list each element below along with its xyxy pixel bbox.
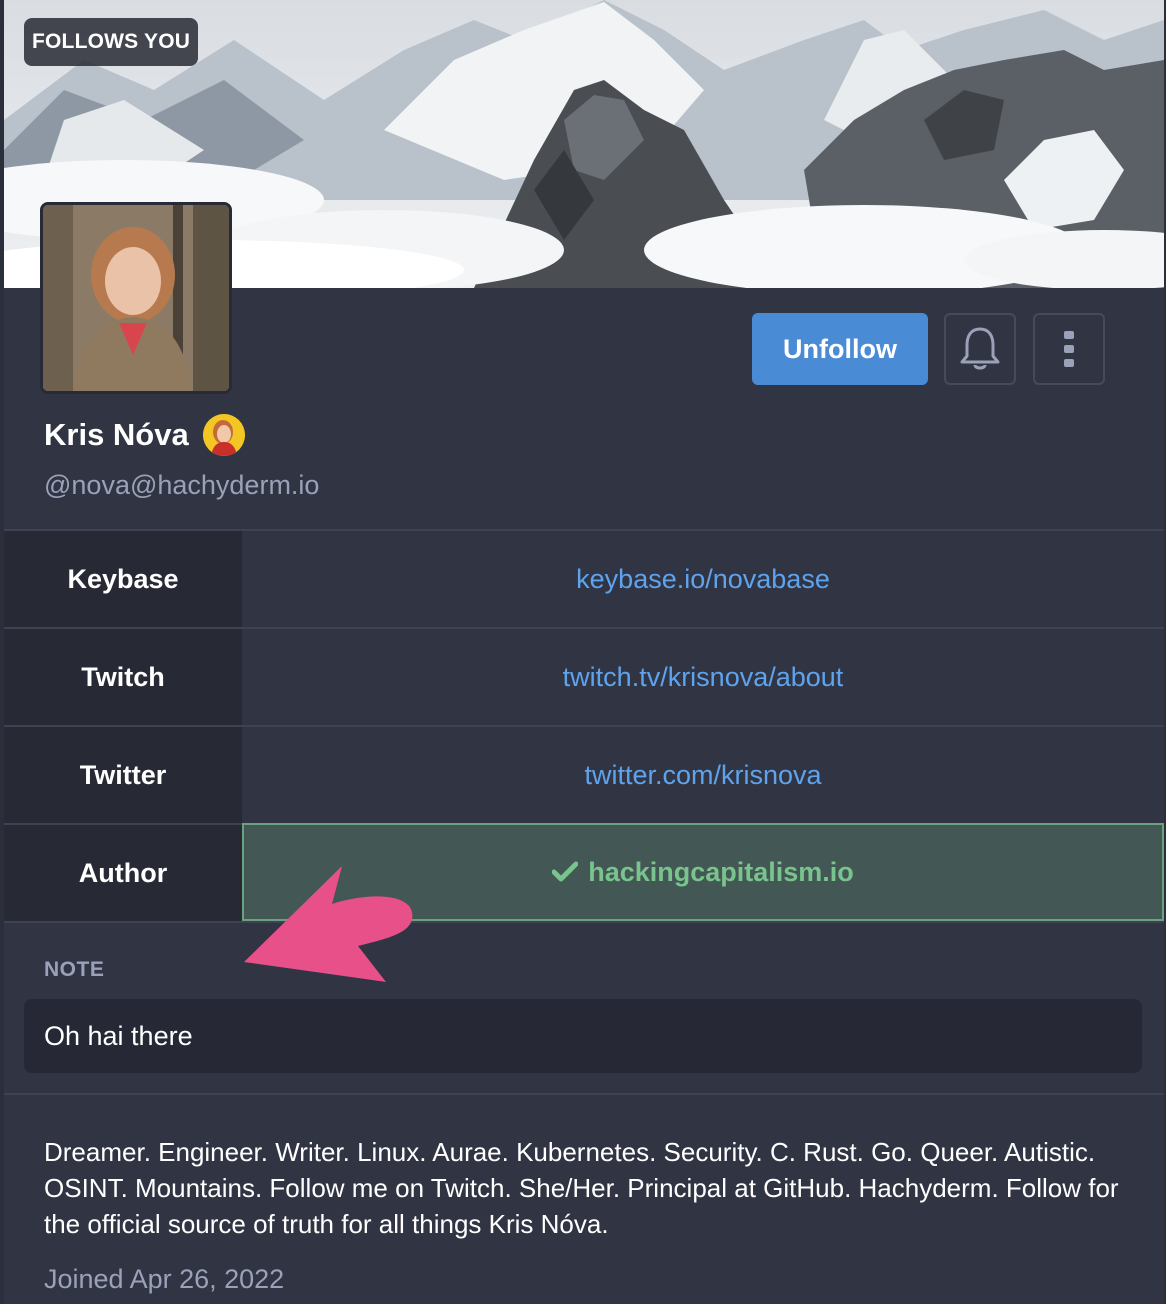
verified-field-link[interactable]: hackingcapitalism.io: [588, 857, 854, 888]
unfollow-button[interactable]: Unfollow: [752, 313, 928, 385]
verified-field: hackingcapitalism.io: [242, 823, 1164, 921]
joined-date: Joined Apr 26, 2022: [44, 1264, 285, 1294]
name-row: Kris Nóva: [44, 414, 245, 456]
notify-button[interactable]: [944, 313, 1016, 385]
checkmark-icon: [552, 861, 579, 882]
field-name: Author: [4, 825, 242, 921]
divider: [4, 1093, 1164, 1095]
field-link[interactable]: twitter.com/krisnova: [242, 727, 1164, 823]
account-handle: @nova@hachyderm.io: [44, 470, 320, 500]
field-row: Twitter twitter.com/krisnova: [4, 727, 1164, 825]
more-options-button[interactable]: [1033, 313, 1105, 385]
note-label: NOTE: [44, 958, 105, 981]
note-textarea[interactable]: Oh hai there: [24, 999, 1142, 1073]
field-link[interactable]: twitch.tv/krisnova/about: [242, 629, 1164, 725]
account-bio: Dreamer. Engineer. Writer. Linux. Aurae.…: [44, 1137, 1119, 1239]
field-row: Twitch twitch.tv/krisnova/about: [4, 629, 1164, 727]
field-name: Keybase: [4, 531, 242, 627]
bell-icon: [960, 327, 1000, 370]
display-name: Kris Nóva: [44, 417, 189, 452]
field-row: Keybase keybase.io/novabase: [4, 531, 1164, 629]
avatar[interactable]: [40, 202, 232, 394]
field-name: Twitter: [4, 727, 242, 823]
custom-emoji-icon: [202, 414, 245, 456]
profile-fields: Keybase keybase.io/novabase Twitch twitc…: [4, 529, 1164, 923]
follows-you-badge: FOLLOWS YOU: [24, 18, 199, 66]
more-vertical-icon: [1064, 331, 1074, 367]
profile-card: FOLLOWS YOU Unfollow Kris Nóva @nova@hac…: [4, 0, 1164, 1304]
field-row: Author hackingcapitalism.io: [4, 823, 1164, 923]
field-link[interactable]: keybase.io/novabase: [242, 531, 1164, 627]
field-name: Twitch: [4, 629, 242, 725]
